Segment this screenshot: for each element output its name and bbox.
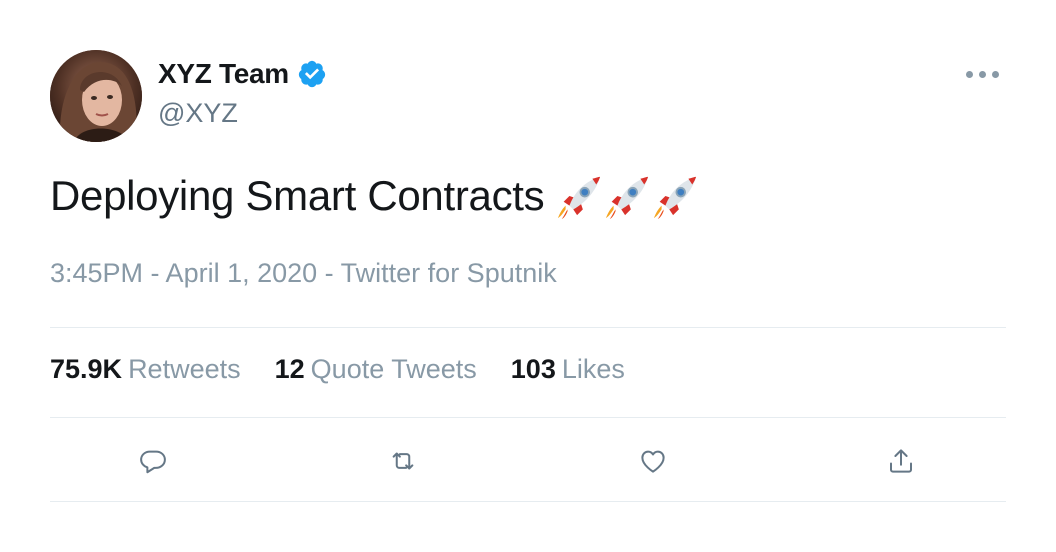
tweet-text: Deploying Smart Contracts <box>50 172 545 219</box>
avatar-photo <box>50 50 142 142</box>
likes-label: Likes <box>561 354 625 384</box>
tweet-card: XYZ Team @XYZ Deploying Smart Contracts <box>0 0 1056 552</box>
retweets-label: Retweets <box>128 354 241 384</box>
likes-count: 103 <box>510 354 556 384</box>
reply-button[interactable] <box>136 444 170 478</box>
more-dot <box>965 70 973 78</box>
heart-icon <box>641 450 665 473</box>
divider <box>50 417 1006 418</box>
share-button[interactable] <box>884 444 918 478</box>
retweet-icon <box>392 452 414 470</box>
verified-badge-icon <box>298 60 326 88</box>
action-bar <box>0 444 1056 478</box>
share-icon <box>890 449 912 473</box>
rocket-emojis <box>556 172 698 220</box>
divider <box>50 501 1006 502</box>
user-handle[interactable]: @XYZ <box>158 98 238 129</box>
engagement-stats: 75.9K Retweets 12 Quote Tweets 103 Likes <box>50 354 625 385</box>
more-dot <box>991 70 999 78</box>
author-name-row[interactable]: XYZ Team <box>158 56 327 92</box>
quote-tweets-stat[interactable]: 12 Quote Tweets <box>275 354 477 385</box>
tweet-timestamp[interactable]: 3:45PM - April 1, 2020 - Twitter for Spu… <box>50 258 557 289</box>
retweet-button[interactable] <box>386 444 420 478</box>
rocket-icon <box>558 176 601 219</box>
more-options-icon[interactable] <box>958 60 1006 88</box>
avatar[interactable] <box>50 50 142 142</box>
like-button[interactable] <box>636 444 670 478</box>
likes-stat[interactable]: 103 Likes <box>511 354 625 385</box>
display-name[interactable]: XYZ Team <box>158 58 289 90</box>
rocket-icon <box>606 176 649 219</box>
quote-tweets-count: 12 <box>274 354 305 384</box>
reply-icon <box>140 450 166 474</box>
tweet-body: Deploying Smart Contracts <box>50 172 698 220</box>
divider <box>50 327 1006 328</box>
rocket-icon <box>654 176 697 219</box>
retweets-stat[interactable]: 75.9K Retweets <box>50 354 241 385</box>
retweets-count: 75.9K <box>50 354 123 384</box>
more-dot <box>978 70 986 78</box>
quote-tweets-label: Quote Tweets <box>310 354 477 384</box>
